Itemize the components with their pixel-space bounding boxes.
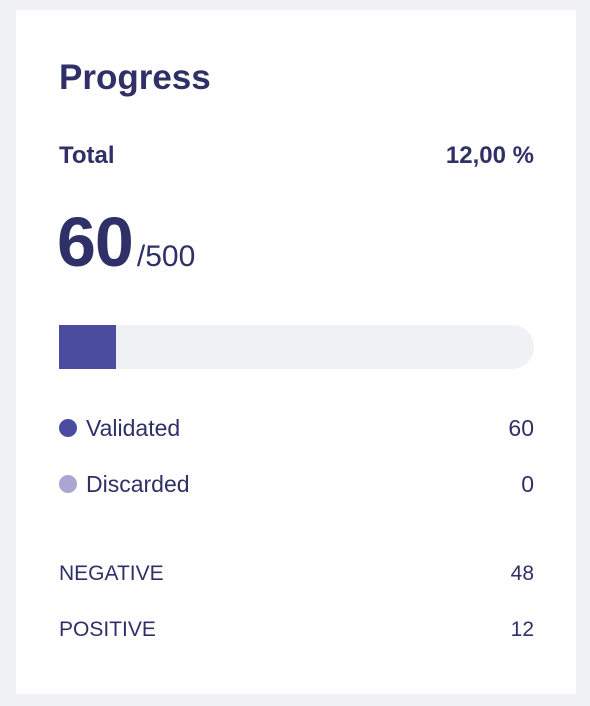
total-row: Total 12,00 % [59,140,534,172]
total-count: /500 [136,240,196,273]
class-label: POSITIVE [59,618,156,641]
progress-bar-fill [59,325,116,369]
legend-item-validated: Validated 60 [59,413,534,443]
validated-dot-icon [59,419,77,437]
legend-label: Discarded [86,471,190,497]
current-count: 60 [57,203,134,281]
legend-item-discarded: Discarded 0 [59,469,534,499]
class-label: NEGATIVE [59,562,164,585]
discarded-dot-icon [59,475,77,493]
total-percent: 12,00 % [445,142,534,169]
progress-bar [59,325,534,369]
class-value: 12 [510,618,534,641]
progress-card: Progress Total 12,00 % 60 /500 Validated… [16,10,576,694]
legend-label: Validated [86,415,181,441]
legend-value: 60 [508,415,534,441]
total-label: Total [59,142,115,169]
class-row-positive: POSITIVE 12 [59,615,534,645]
class-value: 48 [510,562,534,585]
card-title: Progress [59,58,211,97]
legend-value: 0 [521,471,534,497]
class-row-negative: NEGATIVE 48 [59,559,534,589]
progress-count: 60 /500 [57,200,195,299]
